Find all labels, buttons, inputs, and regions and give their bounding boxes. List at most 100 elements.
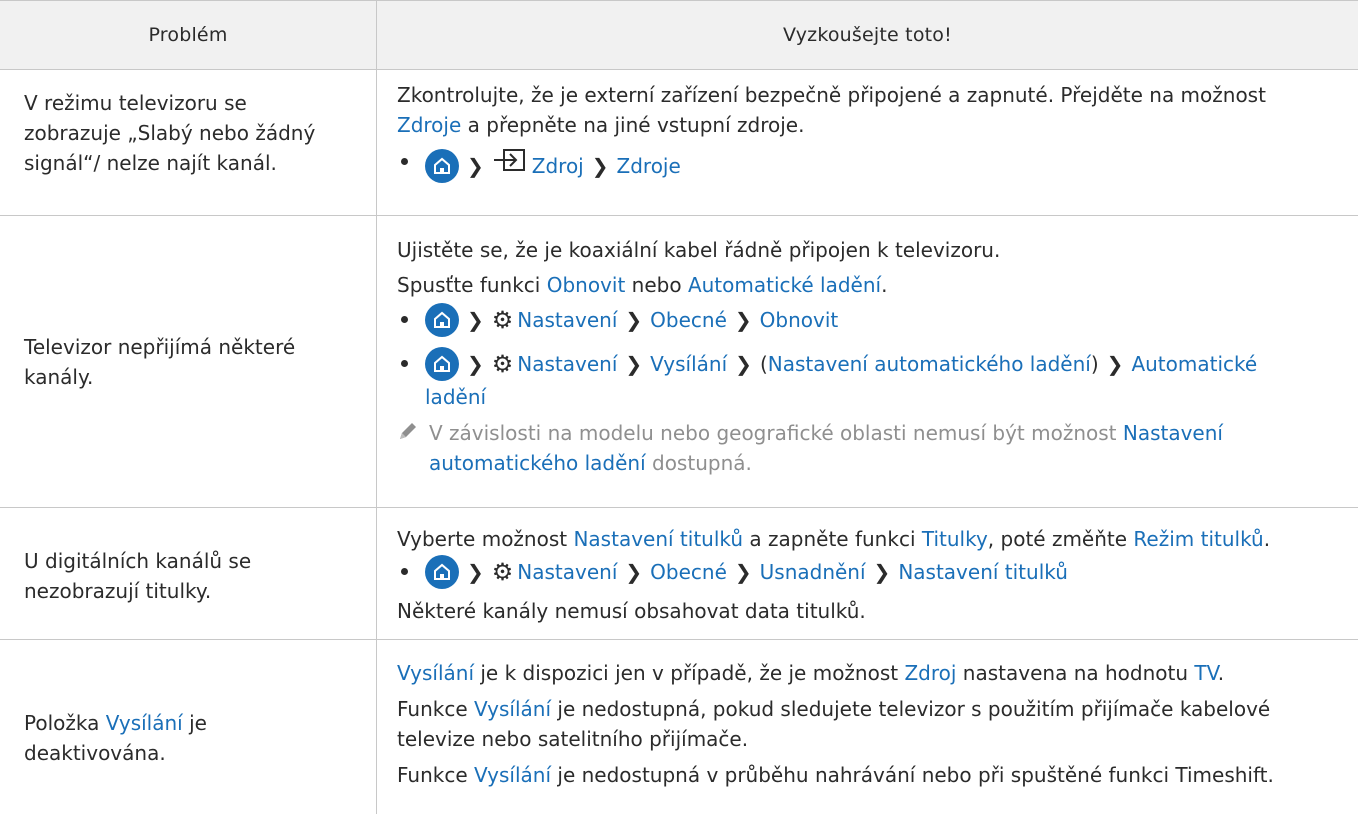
table-header: Problém Vyzkoušejte toto! [0, 0, 1358, 70]
chevron-right-icon: ❯ [735, 352, 752, 376]
link-vysilani[interactable]: Vysílání [397, 661, 474, 685]
solution-text-rest: a přepněte na jiné vstupní zdroje. [461, 113, 805, 137]
solution-text-part: . [1217, 661, 1225, 685]
table-row: Položka Vysílání je deaktivována. Vysílá… [0, 640, 1358, 814]
bullet [401, 360, 408, 367]
chevron-right-icon: ❯ [625, 308, 643, 332]
solution-cell: Ujistěte se, že je koaxiální kabel řádně… [397, 235, 1337, 505]
home-icon[interactable] [425, 148, 459, 183]
solution-text: Ujistěte se, že je koaxiální kabel řádně… [397, 238, 1001, 262]
solution-text-part: Spusťte funkci [397, 273, 547, 297]
path-nastaveni[interactable]: Nastavení [517, 560, 617, 584]
note-link[interactable]: automatického ladění [429, 451, 646, 475]
solution-text: televize nebo satelitního přijímače. [397, 727, 749, 751]
solution-text-part: Funkce [397, 763, 475, 787]
solution-text: Spusťte funkci Obnovit nebo Automatické … [397, 270, 887, 300]
problem-part: je [182, 711, 207, 735]
link-automaticke-ladeni[interactable]: Automatické ladění [688, 273, 881, 297]
note-part: V závislosti na modelu nebo geografické … [429, 421, 1123, 445]
menu-path: ❯ ⚙ Nastavení ❯ Vysílání ❯ (Nastavení automati… [425, 344, 1257, 386]
path-obnovit[interactable]: Obnovit [760, 308, 839, 332]
chevron-right-icon: ❯ [467, 352, 484, 376]
table-row: U digitálních kanálů se nezobrazují titu… [0, 508, 1358, 640]
gear-icon: ⚙ [491, 349, 514, 378]
menu-path-continued: ladění [425, 382, 486, 412]
chevron-right-icon: ❯ [467, 560, 484, 584]
header-problem: Problém [148, 24, 228, 46]
home-icon[interactable] [425, 554, 459, 589]
solution-text: Zdroje a přepněte na jiné vstupní zdroje… [397, 110, 804, 140]
solution-text-part: , poté změňte [987, 527, 1134, 551]
bullet [401, 568, 408, 575]
link-zdroje[interactable]: Zdroje [397, 113, 461, 137]
problem-line: deaktivována. [24, 741, 166, 765]
link-zdroj[interactable]: Zdroj [904, 661, 956, 685]
link-rezim-titulku[interactable]: Režim titulků [1133, 527, 1263, 551]
link-titulky[interactable]: Titulky [922, 527, 988, 551]
chevron-right-icon: ❯ [591, 154, 609, 178]
solution-text-part: Vyberte možnost [397, 527, 574, 551]
path-ladeni[interactable]: ladění [425, 385, 486, 409]
solution-text-part: je nedostupná v průběhu nahrávání nebo p… [551, 763, 1274, 787]
solution-text-part: nastavena na hodnotu [956, 661, 1195, 685]
chevron-right-icon: ❯ [873, 560, 891, 584]
solution-text: Zkontrolujte, že je externí zařízení bez… [397, 83, 1266, 107]
link-tv[interactable]: TV [1194, 661, 1217, 685]
chevron-right-icon: ❯ [625, 352, 643, 376]
solution-text-part: a zapněte funkci [743, 527, 922, 551]
solution-cell: Vysílání je k dispozici jen v případě, ž… [397, 658, 1337, 808]
link-obnovit[interactable]: Obnovit [547, 273, 626, 297]
paren: ( [759, 352, 768, 376]
note-part: dostupná. [645, 451, 752, 475]
solution-text: Funkce Vysílání je nedostupná v průběhu … [397, 760, 1274, 790]
path-nastaveni-titulku[interactable]: Nastavení titulků [898, 560, 1068, 584]
problem-cell: Televizor nepřijímá některé kanály. [24, 332, 354, 392]
gear-icon: ⚙ [491, 305, 514, 334]
solution-cell: Vyberte možnost Nastavení titulků a zapn… [397, 524, 1337, 636]
link-vysilani[interactable]: Vysílání [474, 697, 551, 721]
solution-text-part: . [1263, 527, 1271, 551]
path-nastaveni-automatickeho-ladeni[interactable]: Nastavení automatického ladění [768, 352, 1091, 376]
solution-text-part: je k dispozici jen v případě, že je možn… [474, 661, 905, 685]
chevron-right-icon: ❯ [734, 308, 752, 332]
note-link[interactable]: Nastavení [1123, 421, 1223, 445]
path-nastaveni[interactable]: Nastavení [517, 308, 617, 332]
pencil-icon [397, 420, 419, 450]
path-obecne[interactable]: Obecné [650, 560, 727, 584]
link-vysilani[interactable]: Vysílání [474, 763, 551, 787]
path-nastaveni[interactable]: Nastavení [517, 352, 617, 376]
link-nastaveni-titulku[interactable]: Nastavení titulků [573, 527, 743, 551]
path-obecne[interactable]: Obecné [650, 308, 727, 332]
problem-cell: Položka Vysílání je deaktivována. [24, 708, 354, 768]
path-usnadneni[interactable]: Usnadnění [760, 560, 866, 584]
chevron-right-icon: ❯ [467, 154, 484, 178]
table-row: V režimu televizoru se zobrazuje „Slabý … [0, 70, 1358, 216]
path-vysilani[interactable]: Vysílání [650, 352, 727, 376]
home-icon[interactable] [425, 302, 459, 337]
chevron-right-icon: ❯ [1106, 352, 1124, 376]
problem-line: V režimu televizoru se [24, 91, 247, 115]
link-vysilani[interactable]: Vysílání [106, 711, 183, 735]
solution-text: Funkce Vysílání je nedostupná, pokud sle… [397, 694, 1270, 724]
problem-line: nezobrazují titulky. [24, 579, 212, 603]
solution-text: Vysílání je k dispozici jen v případě, ž… [397, 658, 1224, 688]
solution-text-part: nebo [625, 273, 688, 297]
path-zdroj[interactable]: Zdroj [532, 154, 584, 178]
problem-line: Položka Vysílání je [24, 708, 354, 738]
bullet [401, 316, 408, 323]
solution-cell: Zkontrolujte, že je externí zařízení bez… [397, 80, 1337, 210]
chevron-right-icon: ❯ [467, 308, 484, 332]
source-icon [492, 146, 526, 186]
problem-cell: V režimu televizoru se zobrazuje „Slabý … [24, 88, 354, 178]
note-text: V závislosti na modelu nebo geografické … [429, 418, 1223, 448]
path-automaticke[interactable]: Automatické [1131, 352, 1257, 376]
menu-path: ❯ ⚙ Nastavení ❯ Obecné ❯ Obnovit [425, 300, 838, 342]
menu-path: ❯ Zdroj ❯ Zdroje [425, 146, 681, 188]
path-zdroje[interactable]: Zdroje [617, 154, 681, 178]
chevron-right-icon: ❯ [734, 560, 752, 584]
home-icon[interactable] [425, 346, 459, 381]
problem-line: signál“/ nelze najít kanál. [24, 151, 277, 175]
table-row: Televizor nepřijímá některé kanály. Ujis… [0, 216, 1358, 508]
solution-text: Vyberte možnost Nastavení titulků a zapn… [397, 524, 1270, 554]
gear-icon: ⚙ [491, 557, 514, 586]
